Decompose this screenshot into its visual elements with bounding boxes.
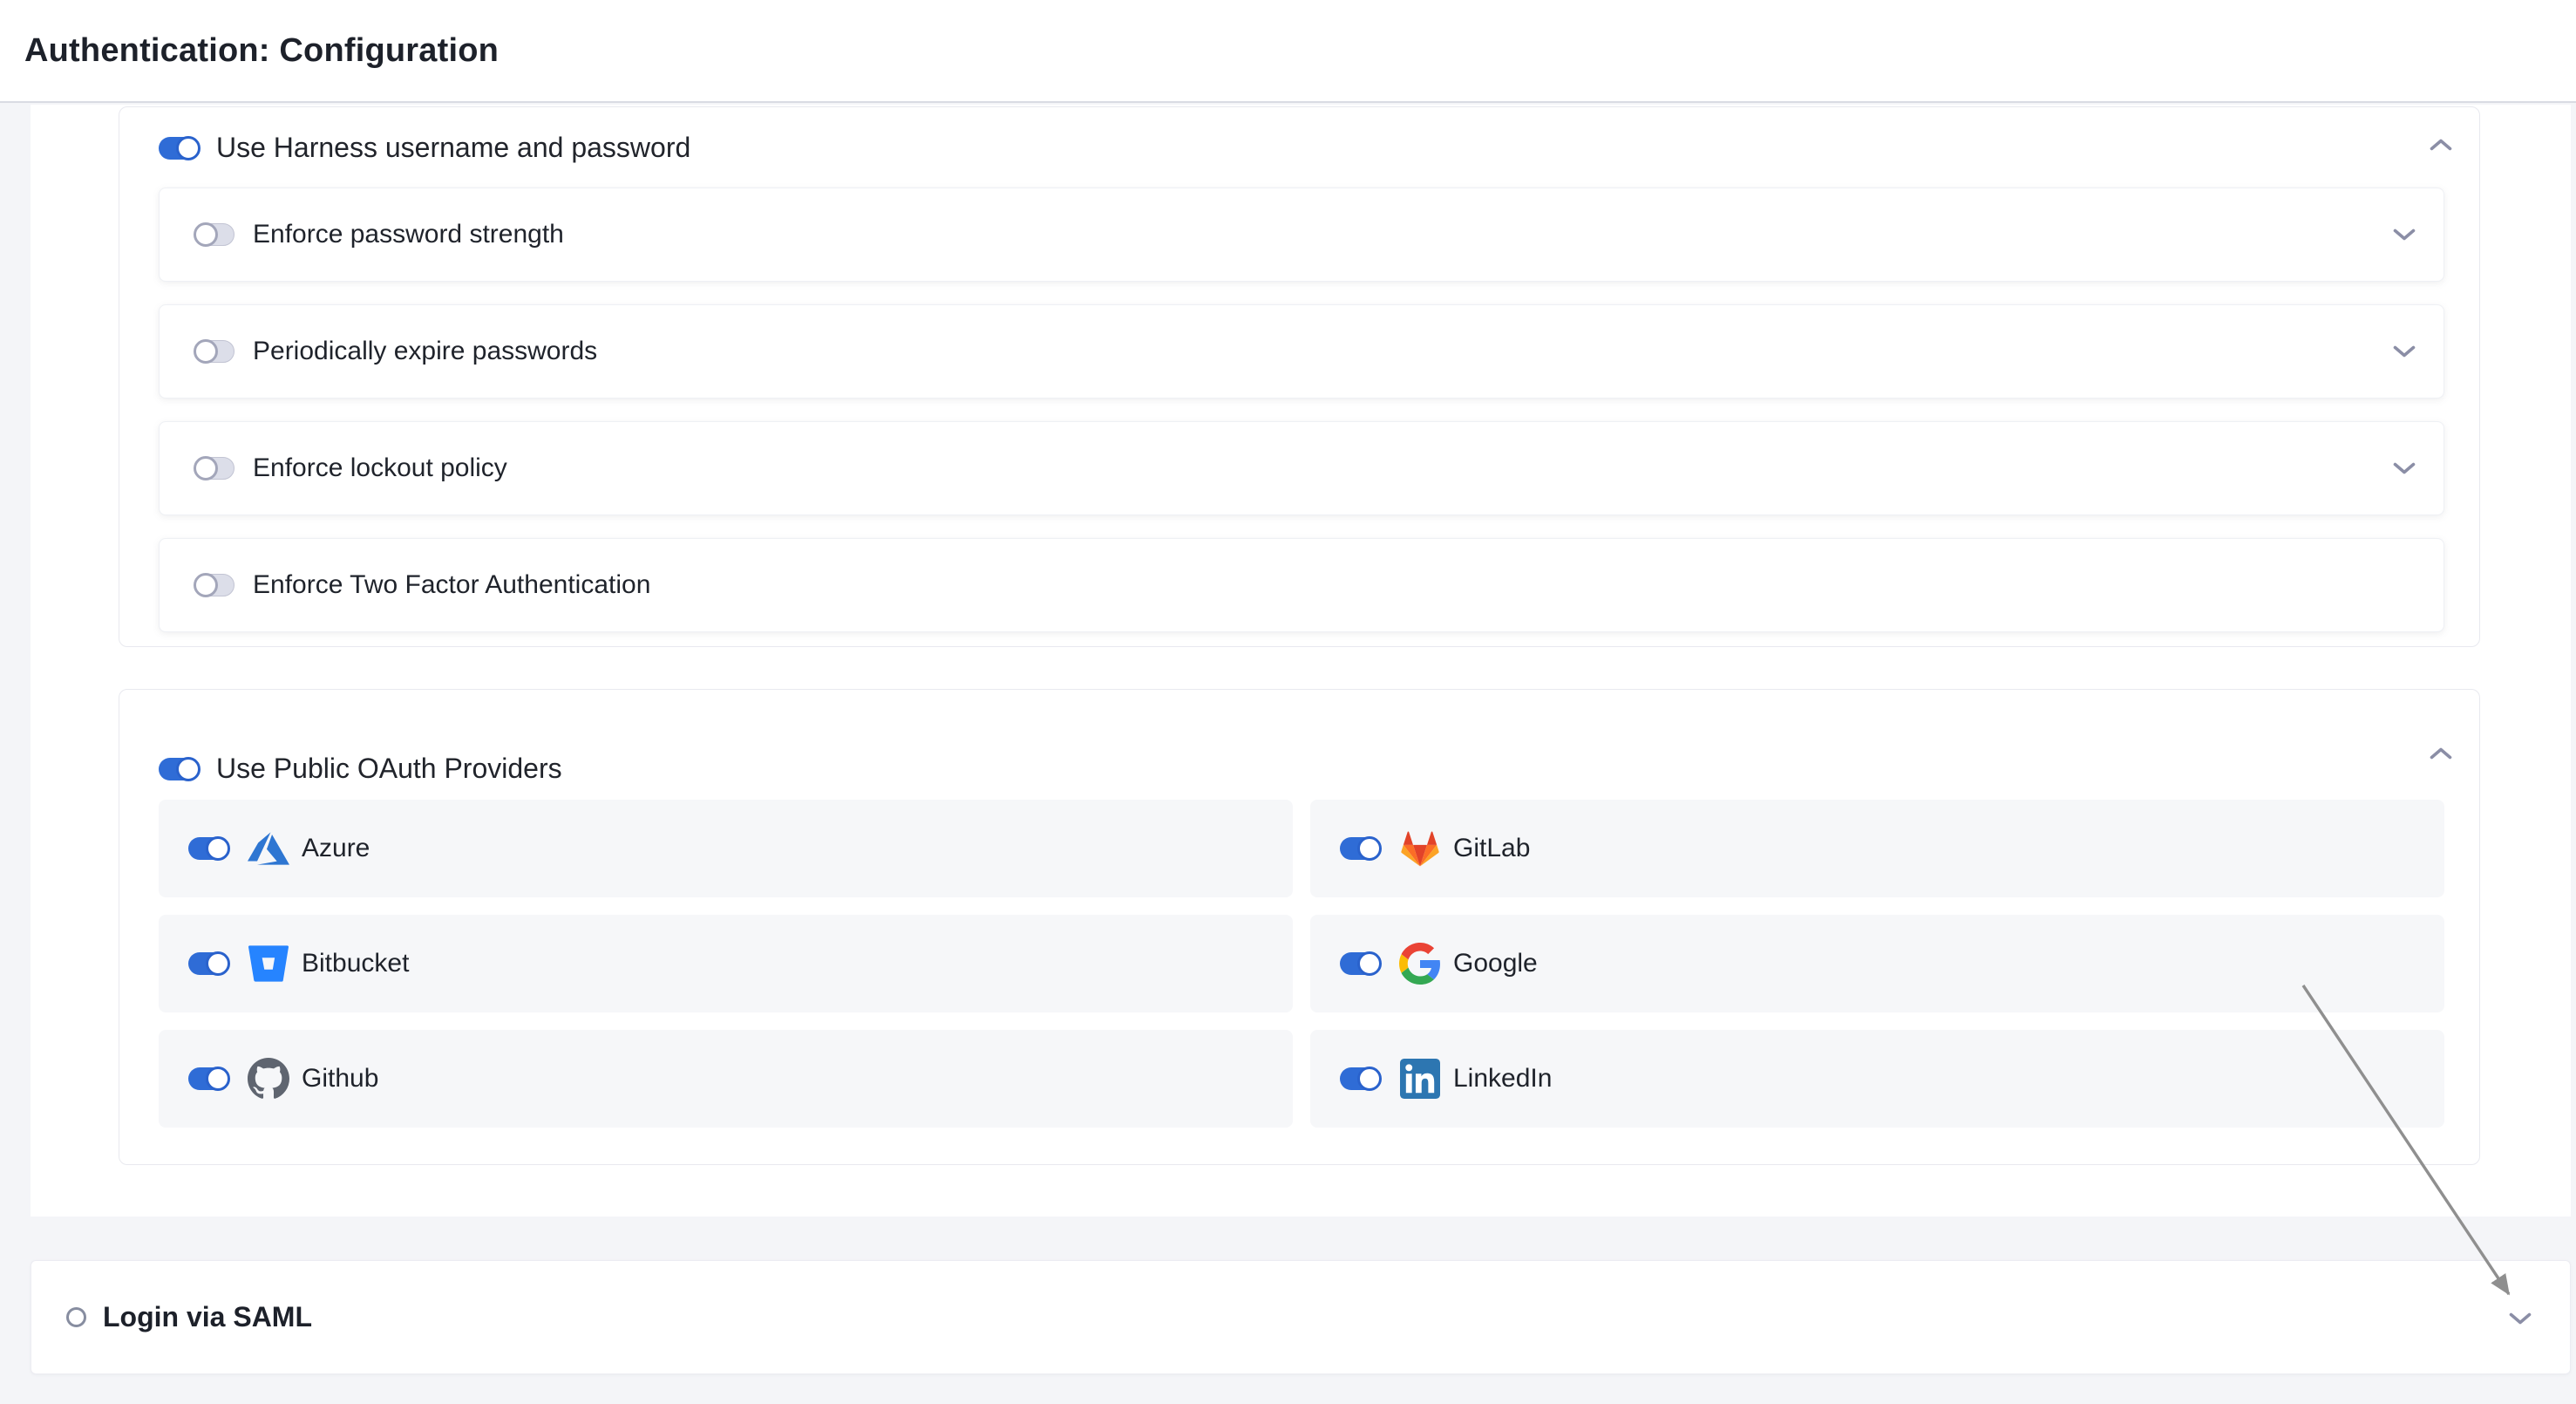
- toggle-knob: [1357, 836, 1382, 861]
- collapse-section-chevron-up-icon[interactable]: [2429, 138, 2453, 152]
- provider-row-linkedin: LinkedIn: [1310, 1030, 2444, 1128]
- provider-label: Bitbucket: [302, 949, 409, 978]
- section-title: Use Public OAuth Providers: [216, 753, 562, 785]
- policy-rows: Enforce password strength Periodically e…: [159, 187, 2444, 655]
- policy-label: Enforce password strength: [253, 220, 564, 249]
- toggle-knob: [194, 456, 218, 480]
- azure-toggle[interactable]: [188, 837, 228, 860]
- github-toggle[interactable]: [188, 1067, 228, 1090]
- provider-row-google: Google: [1310, 915, 2444, 1012]
- saml-radio-button[interactable]: [66, 1307, 86, 1327]
- policy-row-lockout-policy: Enforce lockout policy: [159, 421, 2444, 515]
- bitbucket-toggle[interactable]: [188, 952, 228, 975]
- saml-expand-chevron-down-icon[interactable]: [2508, 1312, 2532, 1326]
- section-public-oauth-providers: Use Public OAuth Providers Azure: [119, 689, 2480, 1165]
- google-icon: [1397, 941, 1443, 986]
- provider-row-github: Github: [159, 1030, 1293, 1128]
- expand-row-chevron-down-icon[interactable]: [2392, 228, 2416, 246]
- provider-label: GitLab: [1453, 834, 1530, 863]
- toggle-knob: [176, 136, 201, 160]
- provider-label: Google: [1453, 949, 1538, 978]
- enforce-password-strength-toggle[interactable]: [194, 223, 234, 246]
- toggle-knob: [1357, 951, 1382, 976]
- github-icon: [246, 1056, 291, 1101]
- provider-label: Github: [302, 1064, 378, 1094]
- provider-label: LinkedIn: [1453, 1064, 1552, 1094]
- toggle-knob: [176, 757, 201, 781]
- policy-row-password-strength: Enforce password strength: [159, 187, 2444, 282]
- linkedin-icon: [1397, 1056, 1443, 1101]
- toggle-knob: [194, 339, 218, 364]
- section-title: Use Harness username and password: [216, 132, 690, 164]
- bitbucket-icon: [246, 941, 291, 986]
- provider-label: Azure: [302, 834, 370, 863]
- section-harness-username-password: Use Harness username and password Enforc…: [119, 106, 2480, 647]
- toggle-knob: [194, 573, 218, 597]
- google-toggle[interactable]: [1340, 952, 1380, 975]
- toggle-knob: [194, 222, 218, 247]
- periodically-expire-passwords-toggle[interactable]: [194, 340, 234, 363]
- azure-icon: [246, 826, 291, 871]
- collapse-section-chevron-up-icon[interactable]: [2429, 746, 2453, 760]
- enforce-lockout-policy-toggle[interactable]: [194, 457, 234, 480]
- provider-row-gitlab: GitLab: [1310, 800, 2444, 897]
- login-via-saml-option: Login via SAML: [31, 1260, 2571, 1374]
- toggle-knob: [1357, 1067, 1382, 1091]
- page-title: Authentication: Configuration: [24, 32, 499, 70]
- policy-label: Enforce Two Factor Authentication: [253, 570, 650, 600]
- page-header: Authentication: Configuration: [0, 0, 2576, 103]
- expand-row-chevron-down-icon[interactable]: [2392, 461, 2416, 480]
- auth-settings-panel: Use Harness username and password Enforc…: [31, 105, 2571, 1217]
- expand-row-chevron-down-icon[interactable]: [2392, 344, 2416, 363]
- enforce-two-factor-authentication-toggle[interactable]: [194, 574, 234, 596]
- policy-label: Periodically expire passwords: [253, 337, 597, 366]
- policy-label: Enforce lockout policy: [253, 453, 507, 483]
- gitlab-icon: [1397, 826, 1443, 871]
- provider-row-bitbucket: Bitbucket: [159, 915, 1293, 1012]
- saml-label: Login via SAML: [103, 1301, 312, 1333]
- policy-row-two-factor-auth: Enforce Two Factor Authentication: [159, 538, 2444, 632]
- toggle-knob: [206, 1067, 230, 1091]
- use-harness-username-password-toggle[interactable]: [159, 137, 199, 160]
- provider-row-azure: Azure: [159, 800, 1293, 897]
- toggle-knob: [206, 836, 230, 861]
- use-public-oauth-providers-toggle[interactable]: [159, 758, 199, 780]
- section-header: Use Public OAuth Providers: [159, 753, 562, 785]
- gitlab-toggle[interactable]: [1340, 837, 1380, 860]
- section-header: Use Harness username and password: [159, 132, 690, 164]
- policy-row-expire-passwords: Periodically expire passwords: [159, 304, 2444, 399]
- oauth-provider-grid: Azure GitLab: [159, 800, 2444, 1128]
- toggle-knob: [206, 951, 230, 976]
- linkedin-toggle[interactable]: [1340, 1067, 1380, 1090]
